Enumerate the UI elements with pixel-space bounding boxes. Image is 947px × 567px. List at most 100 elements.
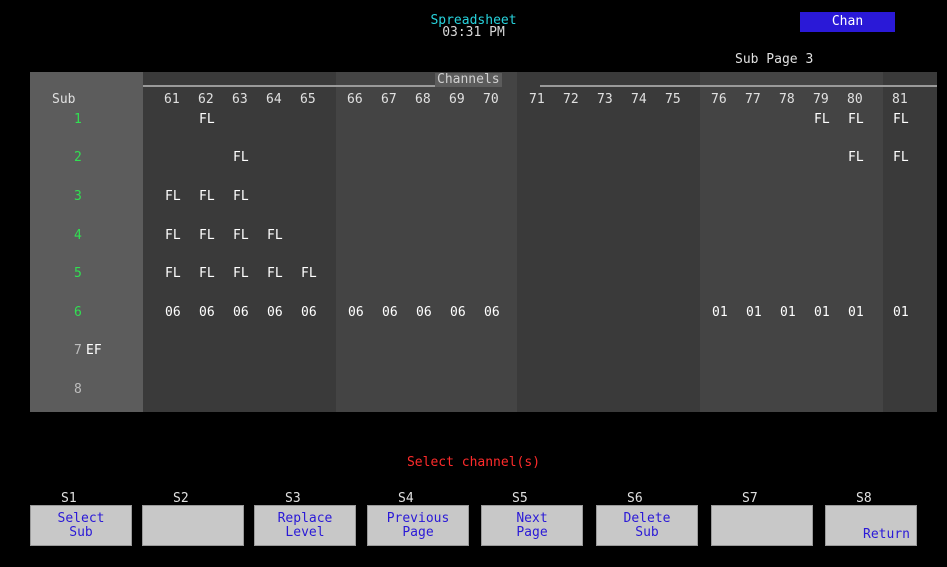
softkey-line2: Sub bbox=[69, 525, 93, 540]
channel-band-81 bbox=[883, 72, 937, 412]
sub-number-5[interactable]: 5 bbox=[74, 267, 82, 281]
cell-sub1-ch81[interactable]: FL bbox=[893, 113, 909, 127]
softkey-label-s6: S6 bbox=[627, 491, 643, 506]
channel-header-66[interactable]: 66 bbox=[347, 93, 363, 107]
softkey-label-s5: S5 bbox=[512, 491, 528, 506]
channel-header-70[interactable]: 70 bbox=[483, 93, 499, 107]
softkey-s5-button[interactable]: Next Page bbox=[481, 505, 583, 546]
softkey-s8-button[interactable]: Return bbox=[825, 505, 917, 546]
channel-header-80[interactable]: 80 bbox=[847, 93, 863, 107]
channel-header-65[interactable]: 65 bbox=[300, 93, 316, 107]
cell-sub6-ch67[interactable]: 06 bbox=[382, 306, 398, 320]
cell-sub6-ch64[interactable]: 06 bbox=[267, 306, 283, 320]
channel-header-77[interactable]: 77 bbox=[745, 93, 761, 107]
channels-rule-right bbox=[540, 85, 937, 87]
sub-number-8[interactable]: 8 bbox=[74, 383, 82, 397]
cell-sub4-ch62[interactable]: FL bbox=[199, 229, 215, 243]
cell-sub6-ch78[interactable]: 01 bbox=[780, 306, 796, 320]
sub-number-7[interactable]: 7 bbox=[74, 344, 82, 358]
channel-header-63[interactable]: 63 bbox=[232, 93, 248, 107]
channels-group-label: Channels bbox=[435, 72, 502, 87]
softkey-line2: Page bbox=[402, 525, 434, 540]
sub-page-indicator: Sub Page 3 bbox=[735, 52, 814, 67]
channel-header-61[interactable]: 61 bbox=[164, 93, 180, 107]
cell-sub6-ch65[interactable]: 06 bbox=[301, 306, 317, 320]
cell-sub6-ch76[interactable]: 01 bbox=[712, 306, 728, 320]
cell-sub1-ch79[interactable]: FL bbox=[814, 113, 830, 127]
softkey-line1: Delete bbox=[623, 511, 671, 526]
cell-sub6-ch61[interactable]: 06 bbox=[165, 306, 181, 320]
softkey-s7-button[interactable] bbox=[711, 505, 813, 546]
softkey-label-s7: S7 bbox=[742, 491, 758, 506]
cell-sub6-ch79[interactable]: 01 bbox=[814, 306, 830, 320]
cell-sub4-ch61[interactable]: FL bbox=[165, 229, 181, 243]
sub-number-2[interactable]: 2 bbox=[74, 151, 82, 165]
cell-sub5-ch62[interactable]: FL bbox=[199, 267, 215, 281]
softkey-label-s2: S2 bbox=[173, 491, 189, 506]
sub-number-3[interactable]: 3 bbox=[74, 190, 82, 204]
channel-header-73[interactable]: 73 bbox=[597, 93, 613, 107]
cell-sub6-ch63[interactable]: 06 bbox=[233, 306, 249, 320]
softkey-s2-button[interactable] bbox=[142, 505, 244, 546]
softkey-line2: Return bbox=[863, 527, 910, 542]
cell-sub6-ch81[interactable]: 01 bbox=[893, 306, 909, 320]
channel-band-66-70 bbox=[336, 72, 517, 412]
cell-sub6-ch77[interactable]: 01 bbox=[746, 306, 762, 320]
softkey-s1-button[interactable]: Select Sub bbox=[30, 505, 132, 546]
channel-header-81[interactable]: 81 bbox=[892, 93, 908, 107]
channel-header-79[interactable]: 79 bbox=[813, 93, 829, 107]
channel-header-76[interactable]: 76 bbox=[711, 93, 727, 107]
cell-sub6-ch69[interactable]: 06 bbox=[450, 306, 466, 320]
sub-flag-7: EF bbox=[86, 343, 102, 358]
cell-sub1-ch80[interactable]: FL bbox=[848, 113, 864, 127]
cell-sub4-ch64[interactable]: FL bbox=[267, 229, 283, 243]
channel-header-62[interactable]: 62 bbox=[198, 93, 214, 107]
cell-sub5-ch64[interactable]: FL bbox=[267, 267, 283, 281]
cell-sub3-ch63[interactable]: FL bbox=[233, 190, 249, 204]
cell-sub4-ch63[interactable]: FL bbox=[233, 229, 249, 243]
softkey-line1: Select bbox=[57, 511, 105, 526]
command-prompt: Select channel(s) bbox=[406, 455, 541, 470]
softkey-line2: Level bbox=[285, 525, 325, 540]
cell-sub3-ch62[interactable]: FL bbox=[199, 190, 215, 204]
channel-header-72[interactable]: 72 bbox=[563, 93, 579, 107]
softkey-s4-button[interactable]: Previous Page bbox=[367, 505, 469, 546]
softkey-s6-button[interactable]: Delete Sub bbox=[596, 505, 698, 546]
channel-band-71-75 bbox=[517, 72, 700, 412]
channel-header-71[interactable]: 71 bbox=[529, 93, 545, 107]
sub-column-header: Sub bbox=[52, 92, 76, 107]
channel-header-68[interactable]: 68 bbox=[415, 93, 431, 107]
cell-sub2-ch81[interactable]: FL bbox=[893, 151, 909, 165]
channel-header-69[interactable]: 69 bbox=[449, 93, 465, 107]
cell-sub6-ch68[interactable]: 06 bbox=[416, 306, 432, 320]
softkey-line1: Previous bbox=[386, 511, 450, 526]
cell-sub5-ch61[interactable]: FL bbox=[165, 267, 181, 281]
softkey-label-s8: S8 bbox=[856, 491, 872, 506]
cell-sub6-ch66[interactable]: 06 bbox=[348, 306, 364, 320]
sub-number-6[interactable]: 6 bbox=[74, 306, 82, 320]
channel-header-64[interactable]: 64 bbox=[266, 93, 282, 107]
cell-sub2-ch80[interactable]: FL bbox=[848, 151, 864, 165]
softkey-line2: Sub bbox=[635, 525, 659, 540]
channel-header-78[interactable]: 78 bbox=[779, 93, 795, 107]
cell-sub5-ch65[interactable]: FL bbox=[301, 267, 317, 281]
softkey-label-s4: S4 bbox=[398, 491, 414, 506]
cell-sub1-ch62[interactable]: FL bbox=[199, 113, 215, 127]
channel-header-67[interactable]: 67 bbox=[381, 93, 397, 107]
cell-sub6-ch62[interactable]: 06 bbox=[199, 306, 215, 320]
mode-indicator: Chan bbox=[800, 12, 895, 32]
softkey-line1: Next bbox=[516, 511, 548, 526]
channel-header-74[interactable]: 74 bbox=[631, 93, 647, 107]
cell-sub6-ch70[interactable]: 06 bbox=[484, 306, 500, 320]
cell-sub3-ch61[interactable]: FL bbox=[165, 190, 181, 204]
sub-number-4[interactable]: 4 bbox=[74, 229, 82, 243]
sub-number-1[interactable]: 1 bbox=[74, 113, 82, 127]
softkey-line2: Page bbox=[516, 525, 548, 540]
softkey-s3-button[interactable]: Replace Level bbox=[254, 505, 356, 546]
channels-rule-left bbox=[143, 85, 435, 87]
channel-header-75[interactable]: 75 bbox=[665, 93, 681, 107]
cell-sub6-ch80[interactable]: 01 bbox=[848, 306, 864, 320]
softkey-line1: Replace bbox=[277, 511, 333, 526]
cell-sub2-ch63[interactable]: FL bbox=[233, 151, 249, 165]
cell-sub5-ch63[interactable]: FL bbox=[233, 267, 249, 281]
